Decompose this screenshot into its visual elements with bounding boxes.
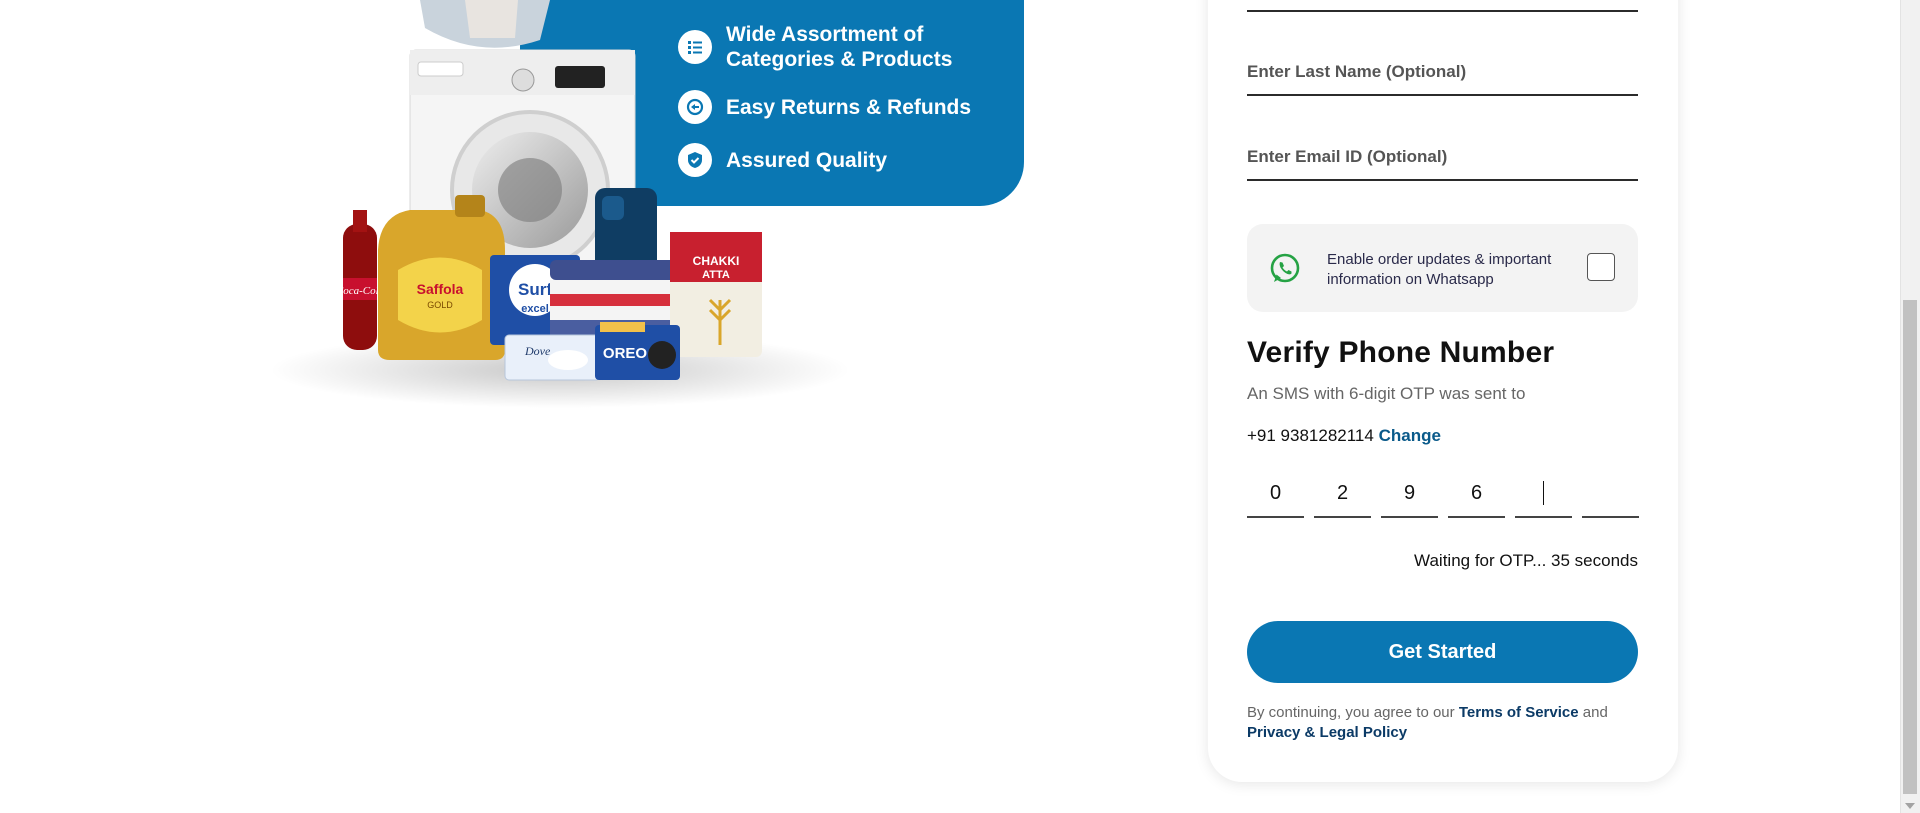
change-phone-link[interactable]: Change (1379, 426, 1441, 445)
verify-subtitle: An SMS with 6-digit OTP was sent to (1247, 384, 1526, 403)
svg-text:Dove: Dove (524, 344, 551, 358)
svg-text:Surf: Surf (518, 280, 552, 299)
svg-text:ATTA: ATTA (702, 269, 730, 281)
privacy-link[interactable]: Privacy & Legal Policy (1247, 724, 1407, 741)
otp-timer: Waiting for OTP... 35 seconds (1414, 551, 1638, 570)
last-name-placeholder: Enter Last Name (Optional) (1247, 62, 1467, 81)
whatsapp-checkbox[interactable] (1587, 253, 1615, 281)
svg-text:Coca-Cola: Coca-Cola (336, 285, 385, 297)
otp-digit-2[interactable]: 2 (1314, 470, 1371, 518)
legal-notice: By continuing, you agree to our Terms of… (1247, 703, 1638, 743)
otp-digit-4[interactable]: 6 (1448, 470, 1505, 518)
phone-line: +91 9381282114 Change (1247, 426, 1441, 446)
scroll-down-arrow-icon[interactable] (1905, 803, 1915, 809)
phone-number: +91 9381282114 (1247, 426, 1374, 445)
first-name-field[interactable] (1247, 0, 1638, 12)
otp-digit-1[interactable]: 0 (1247, 470, 1304, 518)
get-started-button[interactable]: Get Started (1247, 621, 1638, 683)
email-field[interactable]: Enter Email ID (Optional) (1247, 135, 1638, 181)
otp-input-group: 0 2 9 6 (1247, 470, 1639, 518)
svg-text:GOLD: GOLD (427, 300, 453, 310)
scrollbar[interactable] (1900, 0, 1920, 813)
terms-link[interactable]: Terms of Service (1459, 704, 1579, 721)
products-illustration: Coca-Cola Saffola GOLD Surf excel CHAKKI… (270, 0, 850, 408)
otp-digit-6[interactable] (1582, 470, 1639, 518)
last-name-field[interactable]: Enter Last Name (Optional) (1247, 50, 1638, 96)
svg-text:OREO: OREO (603, 345, 648, 362)
svg-text:CHAKKI: CHAKKI (693, 254, 740, 268)
svg-text:excel: excel (521, 303, 549, 315)
svg-text:Saffola: Saffola (417, 281, 464, 297)
whatsapp-optin: Enable order updates & important informa… (1247, 224, 1638, 312)
scrollbar-thumb[interactable] (1903, 300, 1917, 794)
email-placeholder: Enter Email ID (Optional) (1247, 147, 1448, 166)
promo-area: Wide Assortment of Categories & Products… (0, 0, 1100, 813)
whatsapp-icon (1267, 251, 1303, 292)
legal-and: and (1582, 704, 1608, 721)
text-cursor (1542, 481, 1545, 505)
legal-prefix: By continuing, you agree to our (1247, 704, 1455, 721)
verify-title: Verify Phone Number (1247, 336, 1555, 369)
whatsapp-label: Enable order updates & important informa… (1327, 251, 1552, 288)
otp-digit-3[interactable]: 9 (1381, 470, 1438, 518)
otp-digit-5[interactable] (1515, 470, 1572, 518)
